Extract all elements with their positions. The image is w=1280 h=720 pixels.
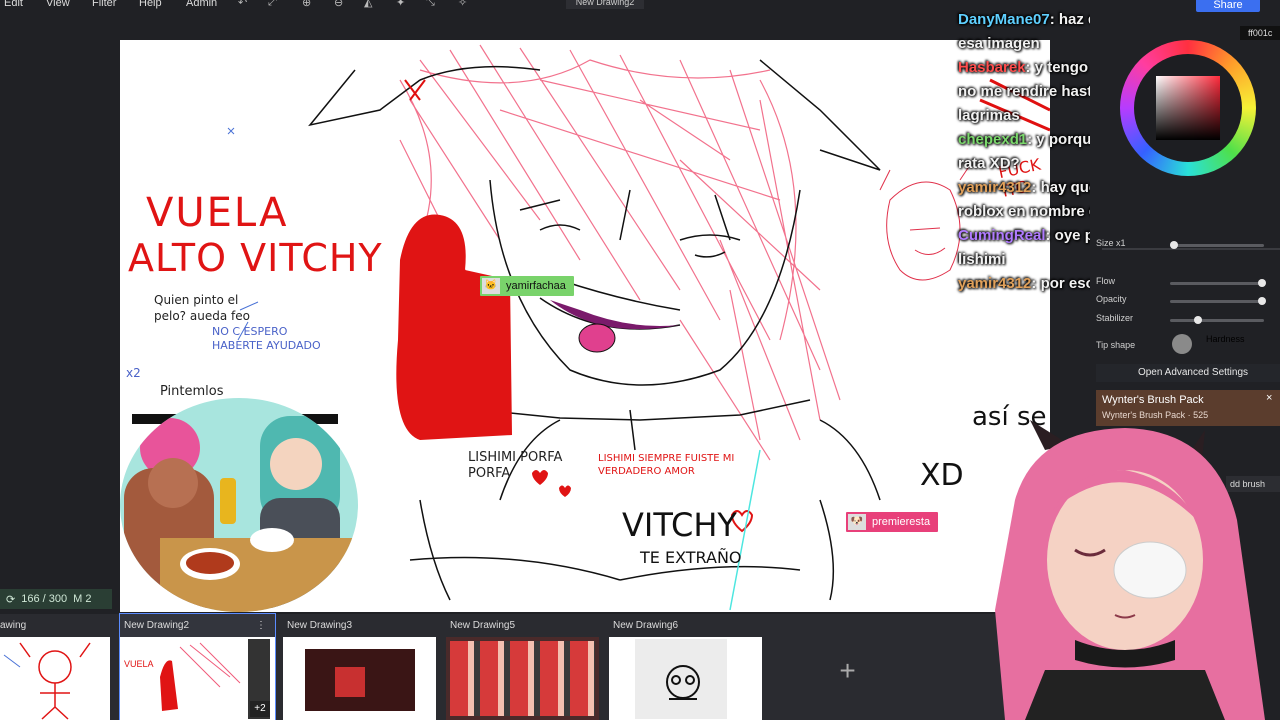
color-wheel-center: [1134, 54, 1242, 162]
canvas-text-alto-vitchy: ALTO VITCHY: [128, 236, 383, 280]
chat-user: yamir4312: [958, 179, 1032, 196]
transform-icon[interactable]: ⤢: [268, 0, 280, 8]
drawing-canvas[interactable]: VUELA ALTO VITCHY Quien pinto el pelo? a…: [120, 40, 1050, 612]
zoom-icon: ⟳: [6, 593, 16, 606]
undo-icon[interactable]: ↶: [238, 0, 250, 9]
slider-label: Stabilizer: [1096, 313, 1134, 323]
flow-slider[interactable]: Flow: [1096, 276, 1280, 290]
cat-avatar-icon: 🐱: [482, 278, 500, 294]
color-saturation-square[interactable]: [1156, 76, 1220, 140]
color-wheel[interactable]: [1120, 40, 1256, 176]
menu-admin[interactable]: Admin: [186, 0, 217, 9]
hardness-label: Hardness: [1206, 334, 1245, 344]
zoom-in-icon[interactable]: ⊕: [302, 0, 314, 9]
slider-knob[interactable]: [1194, 316, 1203, 324]
drawing-thumb-image: VUELA +2: [120, 637, 275, 720]
zoom-status[interactable]: ⟳ 166 / 300 M 2: [0, 589, 112, 609]
thumb-sketch: [666, 665, 700, 700]
slider-label: Size x1: [1096, 238, 1126, 248]
canvas-text-vitchy: VITCHY: [622, 506, 737, 544]
slider-label: Tip shape: [1096, 340, 1136, 350]
slider-track[interactable]: [1170, 297, 1267, 305]
slider-knob[interactable]: [1169, 241, 1178, 249]
dog-avatar-icon: 🐶: [848, 514, 866, 530]
user-tag-name: premieresta: [872, 516, 931, 528]
drawing-thumb-image: [0, 637, 110, 720]
slider-track[interactable]: [1170, 279, 1267, 287]
slider-track[interactable]: [1169, 241, 1264, 249]
user-tag-premieresta: 🐶 premieresta: [846, 512, 939, 532]
share-button[interactable]: Share: [1196, 0, 1260, 12]
advanced-settings-button[interactable]: Open Advanced Settings: [1096, 364, 1280, 382]
menu-view[interactable]: View: [46, 0, 70, 9]
add-drawing-button[interactable]: +: [770, 618, 925, 718]
slider-label: Flow: [1096, 276, 1116, 286]
chat-user: yamir4312: [958, 275, 1032, 292]
settings-icon[interactable]: ✦: [396, 0, 408, 9]
menu-bar: Edit View Filter Help Admin ↶ ⤢ ⊕ ⊖ ◭ ✦ …: [0, 0, 1090, 12]
menu-filter[interactable]: Filter: [92, 0, 116, 9]
chat-user: DanyMane07: [958, 11, 1050, 28]
drawing-thumb-1[interactable]: awing: [0, 614, 112, 720]
drawing-thumb-5[interactable]: New Drawing5: [446, 614, 601, 720]
zoom-value: 166 / 300: [21, 593, 68, 605]
zoom-out-icon[interactable]: ⊖: [334, 0, 346, 9]
canvas-text-te-extrano: TE EXTRAÑO: [640, 548, 742, 567]
drawing-thumb-label: awing: [0, 620, 27, 631]
chat-user: CumingReal: [958, 227, 1046, 244]
hex-color-field[interactable]: ff001c: [1240, 26, 1280, 40]
canvas-text-lishimi-siempre: LISHIMI SIEMPRE FUISTE MI VERDADERO AMOR: [598, 453, 735, 477]
svg-text:VUELA: VUELA: [124, 659, 154, 669]
vtuber-avatar: [975, 410, 1280, 720]
chat-user: chepexd1: [958, 131, 1028, 148]
document-title: New Drawing2: [566, 0, 644, 9]
close-icon[interactable]: ×: [1266, 392, 1272, 404]
canvas-text-pintemlos: Pintemlos: [160, 384, 224, 399]
zoom-extra: M 2: [73, 593, 92, 605]
brush-pack-title: Wynter's Brush Pack: [1102, 394, 1204, 406]
drawing-thumb-label: New Drawing2: [124, 620, 190, 631]
drawing-thumb-2[interactable]: New Drawing2 ⋮ VUELA +2: [119, 613, 276, 720]
fullscreen-icon[interactable]: ⤡: [426, 0, 438, 8]
thumb-sketch: [3, 642, 91, 720]
drawing-thumb-label: New Drawing5: [450, 620, 516, 631]
menu-help[interactable]: Help: [139, 0, 162, 9]
drawing-thumb-6[interactable]: New Drawing6: [609, 614, 764, 720]
canvas-text-x2: x2: [126, 366, 141, 380]
canvas-text-xd: XD: [920, 458, 964, 493]
slider-label: Opacity: [1096, 294, 1127, 304]
stabilizer-slider[interactable]: Stabilizer: [1096, 313, 1280, 327]
chat-user: Hasbarek: [958, 59, 1026, 76]
more-menu-icon[interactable]: ⋮: [256, 620, 266, 631]
canvas-text-no-c: NO C ESPERO HABERTE AYUDADO: [212, 325, 321, 352]
canvas-text-vuela: VUELA: [146, 190, 289, 236]
slider-knob[interactable]: [1258, 297, 1267, 305]
drawing-thumb-3[interactable]: New Drawing3: [283, 614, 438, 720]
avatar-drawing: [995, 420, 1265, 720]
canvas-text-lishimi-porfa: LISHIMI PORFA PORFA: [468, 450, 563, 481]
drawing-thumb-image: [283, 637, 436, 720]
flip-icon[interactable]: ◭: [364, 0, 376, 9]
tip-shape-circle-icon[interactable]: [1172, 334, 1192, 354]
user-tag-name: yamirfachaa: [506, 280, 566, 292]
drawing-thumb-image: [446, 637, 599, 720]
thumb-badge: +2: [250, 701, 270, 717]
brush-size-slider[interactable]: Size x1: [1096, 238, 1280, 252]
menu-edit[interactable]: Edit: [4, 0, 23, 9]
drawing-thumb-image: [609, 637, 762, 720]
canvas-image-characters: [120, 398, 358, 612]
user-tag-yamirfachaa: 🐱 yamirfachaa: [480, 276, 574, 296]
drawing-thumb-label: New Drawing6: [613, 620, 679, 631]
canvas-text-quien: Quien pinto el pelo? aueda feo: [154, 293, 250, 323]
pin-icon[interactable]: ✧: [458, 0, 470, 9]
slider-track[interactable]: [1170, 316, 1264, 324]
tip-shape-row[interactable]: Tip shape Hardness: [1096, 334, 1280, 354]
drawing-thumb-label: New Drawing3: [287, 620, 353, 631]
opacity-slider[interactable]: Opacity: [1096, 294, 1280, 308]
slider-knob[interactable]: [1258, 279, 1267, 287]
